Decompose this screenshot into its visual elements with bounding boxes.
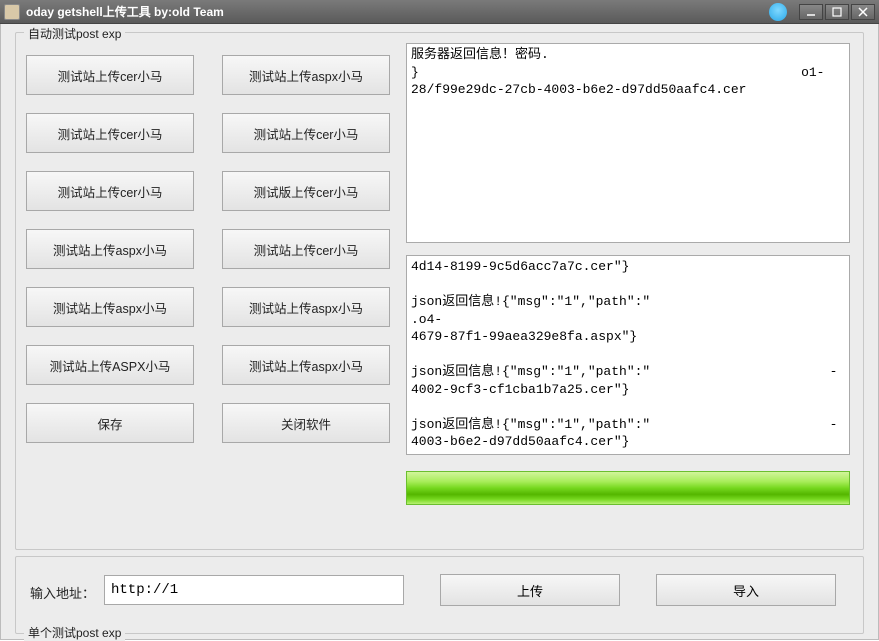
url-label: 输入地址：	[30, 583, 95, 602]
progress-bar	[406, 471, 850, 505]
btn-label: 测试站上传aspx小马	[249, 66, 363, 85]
tshirt-icon[interactable]	[769, 3, 787, 21]
upload-cer-button[interactable]: 测试站上传cer小马	[222, 229, 390, 269]
upload-cer-button[interactable]: 测试站上传cer小马	[26, 171, 194, 211]
save-button[interactable]: 保存	[26, 403, 194, 443]
close-software-button[interactable]: 关闭软件	[222, 403, 390, 443]
titlebar: oday getshell上传工具 by:old Team	[0, 0, 879, 24]
btn-label: 测试站上传cer小马	[58, 66, 163, 85]
btn-label: 测试站上传cer小马	[58, 182, 163, 201]
btn-label: 关闭软件	[281, 414, 331, 433]
close-button[interactable]	[851, 4, 875, 20]
btn-label: 测试版上传cer小马	[254, 182, 359, 201]
button-grid: 测试站上传cer小马 测试站上传aspx小马 测试站上传cer小马 测试站上传c…	[26, 55, 391, 461]
btn-label: 测试站上传aspx小马	[53, 298, 167, 317]
btn-label: 测试站上传cer小马	[254, 124, 359, 143]
json-response-output[interactable]: 4d14-8199-9c5d6acc7a7c.cer"} json返回信息!{"…	[406, 255, 850, 455]
url-input[interactable]	[104, 575, 404, 605]
upload-aspx-button[interactable]: 测试站上传aspx小马	[26, 287, 194, 327]
upload-aspx-button[interactable]: 测试站上传aspx小马	[222, 55, 390, 95]
client-area: 自动测试post exp 测试站上传cer小马 测试站上传aspx小马 测试站上…	[0, 24, 879, 640]
group-auto-test: 自动测试post exp 测试站上传cer小马 测试站上传aspx小马 测试站上…	[15, 32, 864, 550]
btn-label: 导入	[733, 581, 759, 600]
btn-label: 测试站上传aspx小马	[53, 240, 167, 259]
maximize-button[interactable]	[825, 4, 849, 20]
btn-label: 测试站上传aspx小马	[249, 356, 363, 375]
window-controls	[799, 4, 875, 20]
upload-aspx-button[interactable]: 测试站上传ASPX小马	[26, 345, 194, 385]
upload-cer-button[interactable]: 测试站上传cer小马	[26, 55, 194, 95]
app-icon	[4, 4, 20, 20]
group-auto-test-legend: 自动测试post exp	[24, 25, 125, 42]
minimize-button[interactable]	[799, 4, 823, 20]
upload-cer-button[interactable]: 测试站上传cer小马	[26, 113, 194, 153]
server-response-output[interactable]: 服务器返回信息！密码. } o1- 28/f99e29dc-27cb-4003-…	[406, 43, 850, 243]
upload-cer-button[interactable]: 测试版上传cer小马	[222, 171, 390, 211]
group-single-test-legend: 单个测试post exp	[24, 624, 125, 641]
upload-aspx-button[interactable]: 测试站上传aspx小马	[222, 287, 390, 327]
import-button[interactable]: 导入	[656, 574, 836, 606]
btn-label: 上传	[517, 581, 543, 600]
upload-button[interactable]: 上传	[440, 574, 620, 606]
btn-label: 测试站上传cer小马	[58, 124, 163, 143]
btn-label: 保存	[97, 414, 122, 433]
btn-label: 测试站上传cer小马	[254, 240, 359, 259]
btn-label: 测试站上传aspx小马	[249, 298, 363, 317]
group-single-test: 单个测试post exp 输入地址： 上传 导入	[15, 556, 864, 634]
upload-aspx-button[interactable]: 测试站上传aspx小马	[26, 229, 194, 269]
btn-label: 测试站上传ASPX小马	[50, 356, 171, 375]
upload-aspx-button[interactable]: 测试站上传aspx小马	[222, 345, 390, 385]
window-title: oday getshell上传工具 by:old Team	[26, 3, 769, 20]
upload-cer-button[interactable]: 测试站上传cer小马	[222, 113, 390, 153]
